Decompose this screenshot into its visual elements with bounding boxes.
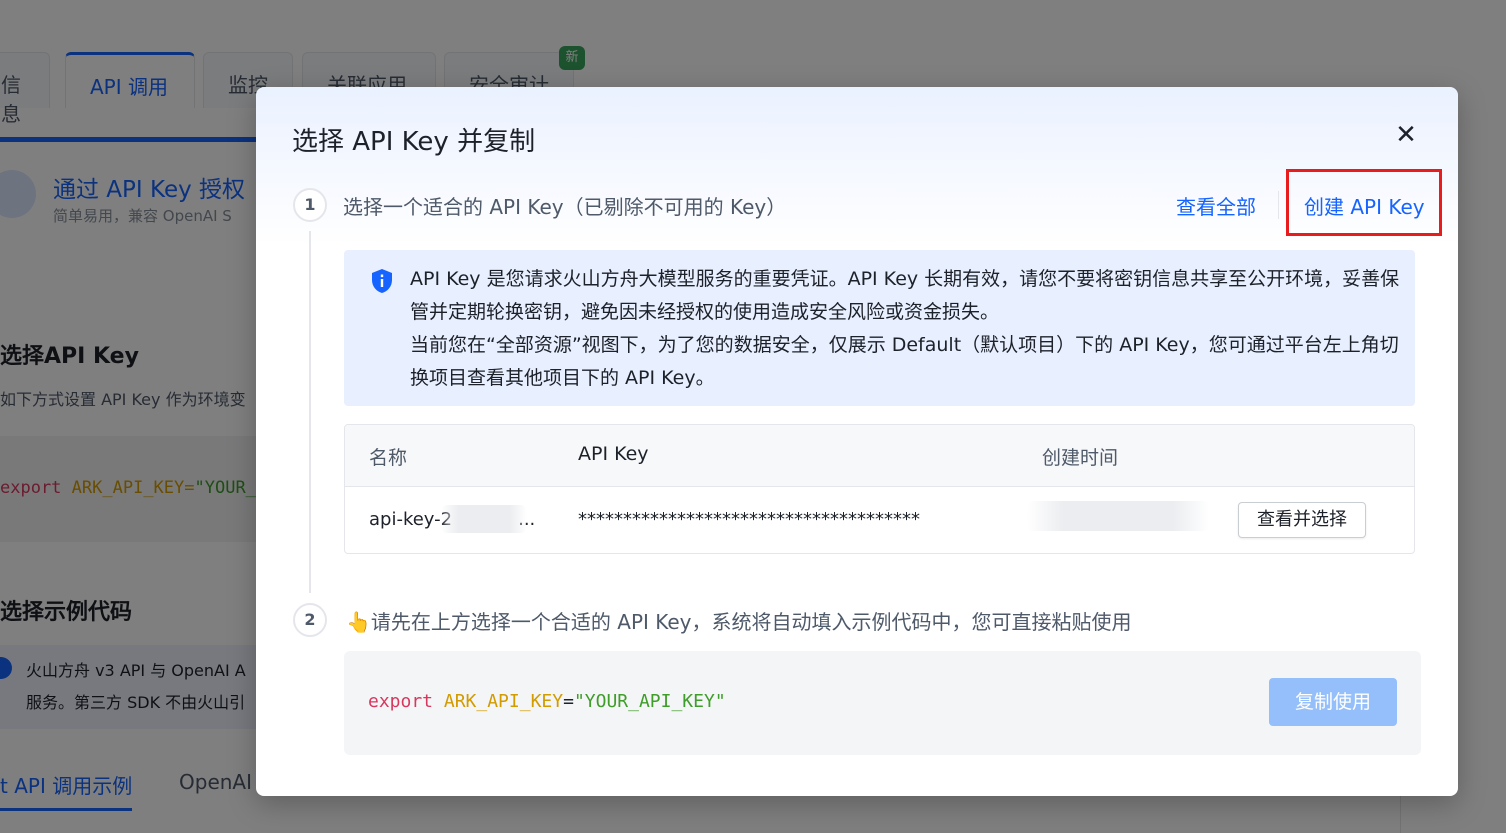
redacted-time xyxy=(1027,501,1209,531)
close-button[interactable]: ✕ xyxy=(1392,121,1420,149)
step-2-label: 👆请先在上方选择一个合适的 API Key，系统将自动填入示例代码中，您可直接粘… xyxy=(346,610,1132,634)
column-header-name: 名称 xyxy=(369,447,408,469)
code-keyword: export xyxy=(368,691,434,712)
code-text[interactable]: export ARK_API_KEY="YOUR_API_KEY" xyxy=(368,691,726,712)
step-1-number: 1 xyxy=(293,188,327,222)
copy-use-button[interactable]: 复制使用 xyxy=(1269,678,1397,726)
shield-icon xyxy=(372,269,392,293)
column-header-api-key: API Key xyxy=(578,443,649,465)
modal-title: 选择 API Key 并复制 xyxy=(292,127,536,157)
notice-line-1: API Key 是您请求火山方舟大模型服务的重要凭证。API Key 长期有效，… xyxy=(410,268,1400,323)
step-1-label: 选择一个适合的 API Key（已剔除不可用的 Key） xyxy=(343,195,787,219)
masked-key-cell: ************************************** xyxy=(578,509,920,530)
redaction-blur xyxy=(441,505,527,533)
key-name: api-key-2 xyxy=(369,509,453,530)
security-notice: API Key 是您请求火山方舟大模型服务的重要凭证。API Key 长期有效，… xyxy=(344,250,1415,406)
code-variable: ARK_API_KEY xyxy=(443,691,564,712)
column-header-created-time: 创建时间 xyxy=(1042,447,1119,469)
step-2-number: 2 xyxy=(293,603,327,637)
select-api-key-modal: 选择 API Key 并复制 ✕ 1 选择一个适合的 API Key（已剔除不可… xyxy=(256,87,1458,796)
view-all-link[interactable]: 查看全部 xyxy=(1176,191,1256,220)
api-key-table: 名称 API Key 创建时间 api-key-2... ***********… xyxy=(344,424,1415,554)
table-header: 名称 API Key 创建时间 xyxy=(345,425,1414,487)
highlight-frame xyxy=(1286,169,1442,236)
code-string: "YOUR_API_KEY" xyxy=(573,691,726,712)
code-operator: = xyxy=(563,691,574,712)
code-block: export ARK_API_KEY="YOUR_API_KEY" 复制使用 xyxy=(344,651,1421,755)
notice-line-2: 当前您在“全部资源”视图下，为了您的数据安全，仅展示 Default（默认项目）… xyxy=(410,334,1399,389)
step-connector-line xyxy=(309,231,311,593)
notice-text: API Key 是您请求火山方舟大模型服务的重要凭证。API Key 长期有效，… xyxy=(410,263,1400,395)
link-separator xyxy=(1278,191,1279,219)
view-and-select-button[interactable]: 查看并选择 xyxy=(1238,502,1366,538)
